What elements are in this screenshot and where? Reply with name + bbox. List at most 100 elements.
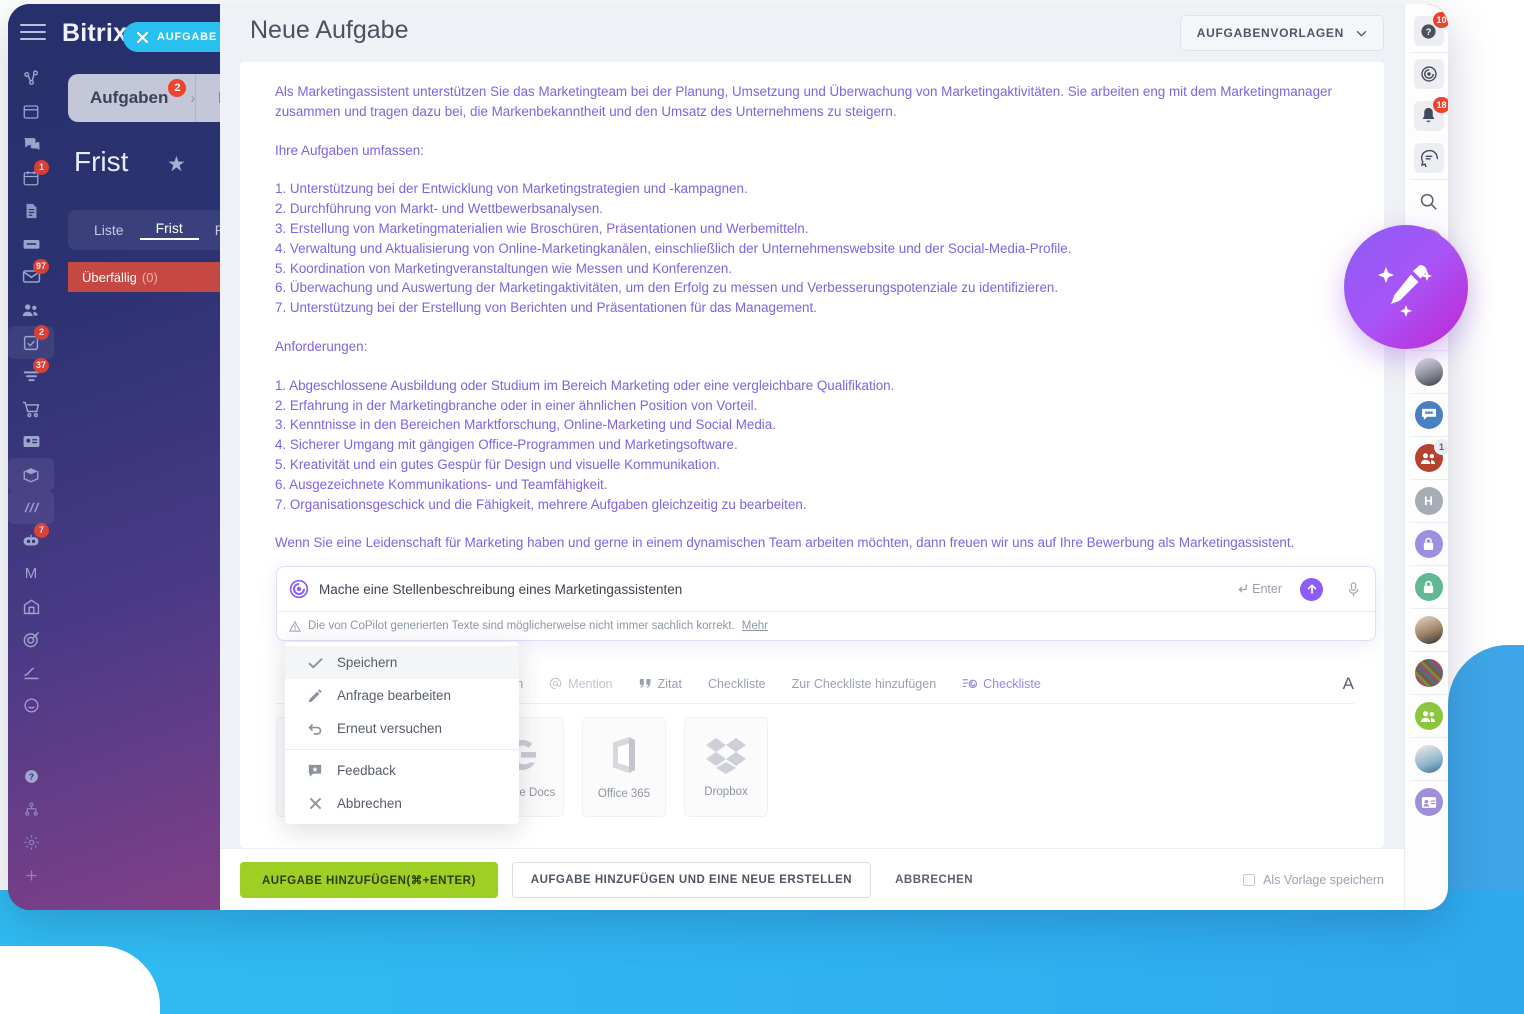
sidebar-item-add[interactable]	[8, 859, 54, 892]
task-templates-label: AUFGABENVORLAGEN	[1196, 26, 1344, 40]
font-size-icon[interactable]: A	[1343, 674, 1354, 694]
lock-purple-icon	[1414, 530, 1443, 558]
sidebar-item-robot[interactable]: 7	[8, 523, 54, 557]
toolbar-item-add-to-checklist[interactable]: Zur Checkliste hinzufügen	[792, 677, 937, 691]
rail-item-contact-card[interactable]	[1405, 781, 1449, 823]
sidebar-item-market[interactable]: M	[8, 557, 54, 590]
rail-item-group-chat[interactable]	[1405, 394, 1449, 436]
sidebar-item-settings[interactable]	[8, 826, 54, 859]
rail-item-group-users[interactable]: 1	[1405, 437, 1448, 479]
sidebar-item-shop[interactable]	[8, 392, 54, 425]
sidebar-item-drive[interactable]	[8, 227, 54, 260]
sidebar-item-help[interactable]: ?	[8, 760, 54, 793]
sidebar-item-analytics[interactable]	[8, 491, 54, 524]
sidebar-item-chat[interactable]	[8, 128, 54, 161]
save-as-template-row[interactable]: Als Vorlage speichern	[1243, 873, 1384, 887]
star-icon[interactable]: ★	[167, 152, 186, 177]
sidebar-item-documents[interactable]	[8, 194, 54, 227]
inventory-icon	[23, 467, 39, 482]
copilot-prompt-input[interactable]: Mache eine Stellenbeschreibung eines Mar…	[319, 582, 1227, 597]
cancel-button[interactable]: ABBRECHEN	[885, 874, 983, 886]
file-service-office-365[interactable]: Office 365	[582, 717, 666, 817]
sidebar-item-crm[interactable]: 37	[8, 358, 54, 392]
contacts-icon	[22, 304, 38, 317]
copilot-mic-button[interactable]	[1343, 581, 1363, 597]
sidebar-item-signature[interactable]	[8, 656, 54, 689]
arrow-up-icon	[1307, 584, 1316, 594]
dialog-body: Als Marketingassistent unterstützen Sie …	[240, 62, 1384, 848]
sidebar-item-mail[interactable]: 97	[8, 259, 54, 293]
description-paragraph: 6. Überwachung und Auswertung der Market…	[275, 280, 1059, 296]
rail-item-search[interactable]	[1405, 180, 1449, 222]
task-templates-button[interactable]: AUFGABENVORLAGEN	[1179, 15, 1384, 51]
rail-item-help[interactable]: 10 ?	[1405, 10, 1448, 52]
menu-item-edit-request[interactable]: Anfrage bearbeiten	[285, 679, 519, 712]
menu-burger-icon[interactable]	[20, 24, 46, 40]
menu-item-feedback[interactable]: Feedback	[285, 754, 519, 787]
sidebar-item-sitemap[interactable]	[8, 793, 54, 826]
sidebar-item-feed[interactable]	[8, 95, 54, 128]
rail-item-user-5[interactable]	[1405, 609, 1449, 651]
smile-icon	[23, 698, 39, 713]
rail-item-letter-h[interactable]: H	[1405, 480, 1449, 522]
rail-item-private-green[interactable]	[1405, 566, 1449, 608]
sidebar-item-tasks[interactable]: 2	[8, 325, 54, 359]
save-as-template-label: Als Vorlage speichern	[1263, 872, 1384, 887]
file-service-dropbox[interactable]: Dropbox	[684, 717, 768, 817]
menu-item-cancel[interactable]: Abbrechen	[285, 787, 519, 820]
file-service-label: Dropbox	[704, 786, 748, 798]
rail-item-notifications[interactable]: 18	[1405, 95, 1448, 137]
rail-item-private-purple[interactable]	[1405, 523, 1449, 565]
rail-item-user-6[interactable]	[1405, 652, 1449, 694]
copilot-more-link[interactable]: Mehr	[742, 620, 768, 632]
target-icon	[23, 631, 39, 648]
plus-icon	[26, 870, 36, 881]
rail-item-messages[interactable]	[1405, 137, 1449, 179]
copilot-input-row: Mache eine Stellenbeschreibung eines Mar…	[277, 567, 1375, 611]
group-chat-icon	[1414, 401, 1443, 429]
description-paragraph: 1. Abgeschlossene Ausbildung oder Studiu…	[275, 377, 895, 393]
sidebar-item-company[interactable]	[8, 590, 54, 623]
sidebar-item-target[interactable]	[8, 623, 54, 656]
copilot-context-menu[interactable]: Speichern Anfrage bearbeiten Erneut vers…	[285, 642, 519, 824]
tab-frist[interactable]: Frist	[139, 220, 199, 240]
breadcrumb-item-tasks[interactable]: Aufgaben 2	[68, 79, 190, 108]
toolbar-item-ai-checklist[interactable]: Checkliste	[962, 677, 1041, 691]
tab-liste[interactable]: Liste	[78, 222, 140, 238]
right-navigation-rail[interactable]: 10 ? 18 1 H	[1404, 4, 1448, 910]
close-icon[interactable]	[137, 31, 148, 43]
left-navigation-rail[interactable]: 1 97 2 37 7 M ?	[8, 62, 54, 910]
sidebar-item-network[interactable]	[8, 62, 54, 95]
save-as-template-checkbox[interactable]	[1243, 873, 1256, 886]
sidebar-item-calendar[interactable]: 1	[8, 160, 54, 194]
copilot-floating-badge[interactable]	[1344, 225, 1468, 349]
copilot-disclaimer-text: Die von CoPilot generierten Texte sind m…	[308, 620, 735, 632]
toolbar-item-checklist[interactable]: Checkliste	[708, 677, 766, 691]
task-description-text[interactable]: Als Marketingassistent unterstützen Sie …	[275, 82, 1354, 553]
rail-item-copilot[interactable]	[1405, 53, 1449, 95]
menu-item-retry[interactable]: Erneut versuchen	[285, 712, 519, 745]
active-task-pill[interactable]: AUFGABE	[123, 22, 235, 52]
contact-card-icon	[1414, 788, 1443, 816]
rail-item-group-green[interactable]	[1405, 695, 1449, 737]
sidebar-item-contacts[interactable]	[8, 293, 54, 326]
close-icon	[307, 797, 323, 810]
add-task-button[interactable]: AUFGABE HINZUFÜGEN(⌘+ENTER)	[240, 861, 498, 898]
add-task-and-create-new-button[interactable]: AUFGABE HINZUFÜGEN UND EINE NEUE ERSTELL…	[511, 861, 872, 898]
quote-icon	[639, 679, 651, 688]
sidebar-item-id-card[interactable]	[8, 425, 54, 458]
market-m-icon: M	[24, 565, 38, 582]
toolbar-item-quote[interactable]: Zitat	[639, 677, 682, 691]
avatar	[1414, 358, 1443, 386]
sidebar-item-smile[interactable]	[8, 689, 54, 722]
svg-text:?: ?	[28, 772, 33, 782]
rail-item-user-4[interactable]	[1405, 351, 1449, 393]
menu-item-save[interactable]: Speichern	[285, 646, 519, 679]
sidebar-item-inventory[interactable]	[8, 458, 54, 491]
copilot-send-button[interactable]	[1300, 577, 1323, 601]
rail-item-user-7[interactable]	[1405, 738, 1449, 780]
copilot-icon	[1413, 59, 1444, 89]
dialog-header: Neue Aufgabe AUFGABENVORLAGEN	[220, 4, 1404, 62]
toolbar-item-mention[interactable]: Mention	[549, 677, 613, 691]
